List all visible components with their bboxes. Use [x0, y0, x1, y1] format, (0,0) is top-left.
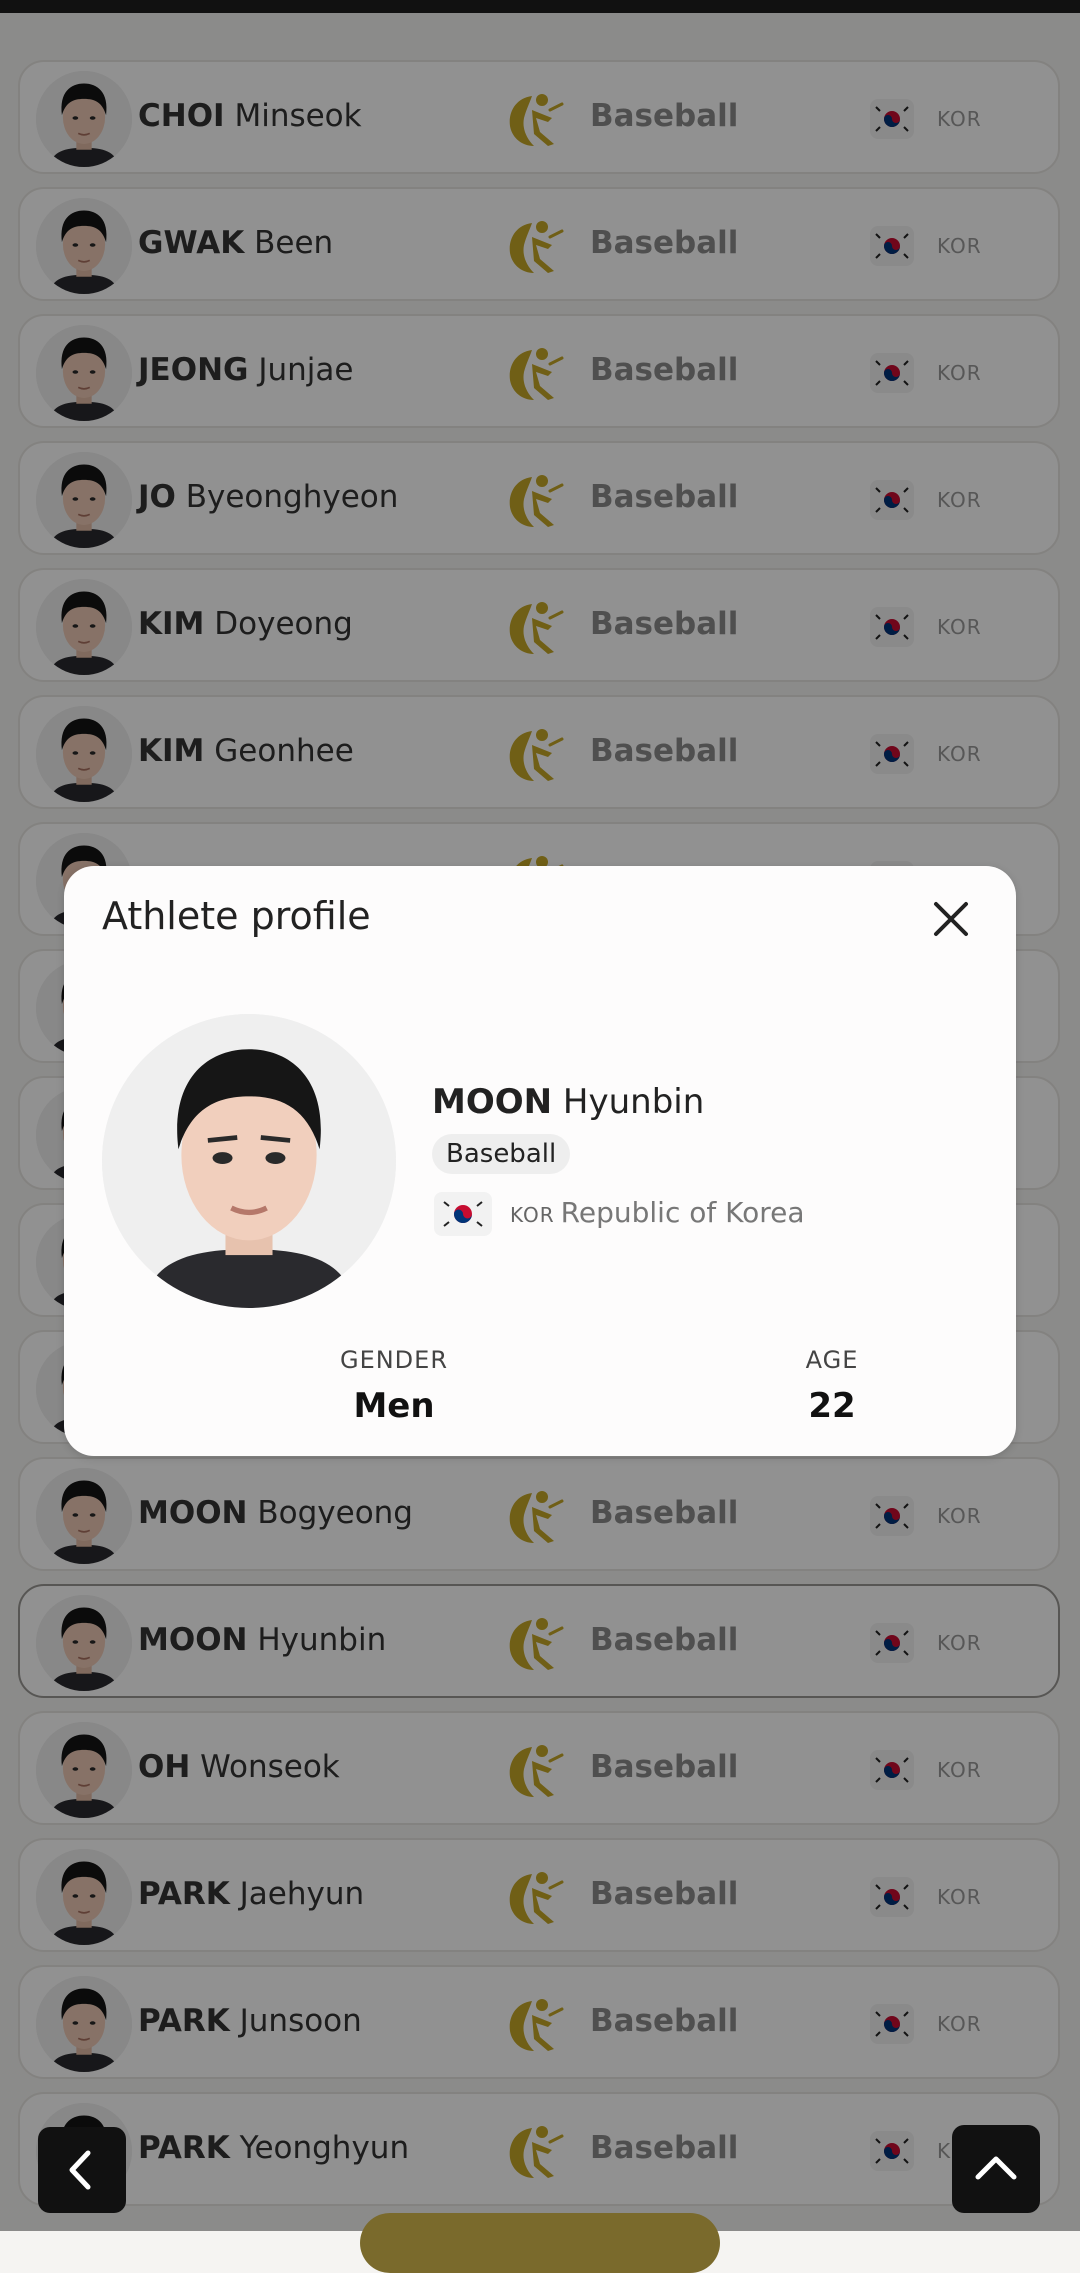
athlete-country-name: Republic of Korea [560, 1196, 805, 1229]
korea-flag-icon [434, 1192, 492, 1236]
scroll-top-button[interactable] [952, 2125, 1040, 2213]
athlete-profile-modal: Athlete profile MOON Hyunbin Baseball KO… [64, 866, 1016, 1456]
back-button[interactable] [38, 2127, 126, 2213]
athlete-noc: KOR [510, 1203, 555, 1227]
athlete-name: MOON Hyunbin [432, 1082, 704, 1122]
gender-label: GENDER [339, 1346, 449, 1374]
age-label: AGE [805, 1346, 859, 1374]
close-icon [934, 902, 968, 936]
chevron-left-icon [69, 2150, 91, 2190]
athlete-country: KOR Republic of Korea [510, 1196, 805, 1229]
athlete-photo [102, 1014, 396, 1308]
modal-title: Athlete profile [102, 894, 371, 938]
chevron-up-icon [975, 2156, 1017, 2180]
bottom-action-pill[interactable] [360, 2213, 720, 2273]
age-value: 22 [808, 1386, 856, 1426]
athlete-family-name: MOON [432, 1082, 553, 1122]
athlete-given-name: Hyunbin [562, 1082, 705, 1122]
avatar-icon [102, 1014, 396, 1308]
sport-chip: Baseball [432, 1134, 571, 1174]
close-button[interactable] [926, 894, 976, 944]
status-bar [0, 0, 1080, 13]
gender-value: Men [353, 1386, 435, 1426]
